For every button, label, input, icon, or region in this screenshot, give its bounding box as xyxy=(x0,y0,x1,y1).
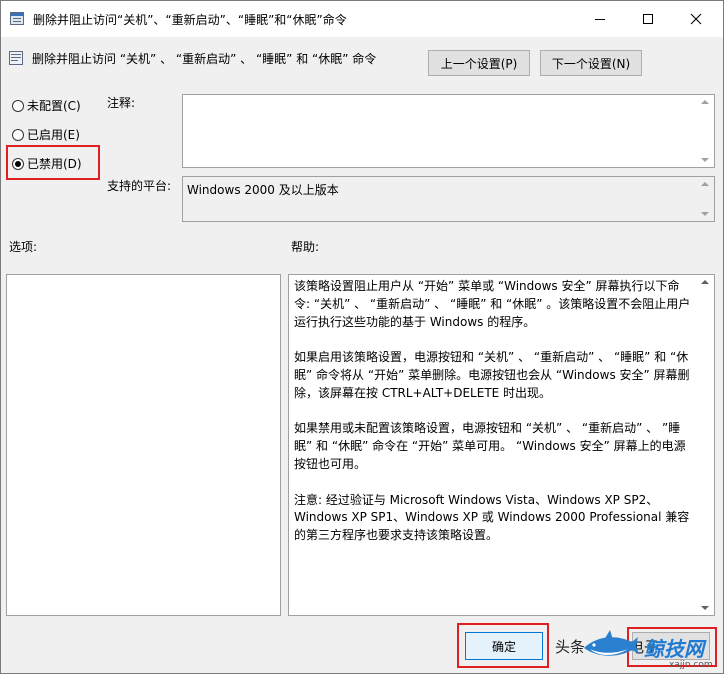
ok-button[interactable]: 确定 xyxy=(465,632,543,660)
maximize-icon xyxy=(643,14,653,24)
help-panel: 该策略设置阻止用户从 “开始” 菜单或 “Windows 安全” 屏幕执行以下命… xyxy=(288,274,715,616)
help-text: 该策略设置阻止用户从 “开始” 菜单或 “Windows 安全” 屏幕执行以下命… xyxy=(294,278,692,563)
help-paragraph: 如果禁用或未配置该策略设置，电源按钮和 “关机” 、 “重新启动” 、 ”睡眠”… xyxy=(294,421,686,471)
close-button[interactable] xyxy=(673,1,719,37)
previous-setting-button[interactable]: 上一个设置(P) xyxy=(428,50,530,76)
radio-circle[interactable] xyxy=(12,99,24,112)
policy-setting-icon xyxy=(8,50,24,66)
radio-circle[interactable] xyxy=(12,128,24,141)
comment-textarea[interactable] xyxy=(182,94,715,168)
options-label: 选项: xyxy=(9,240,38,254)
help-scrollbar[interactable] xyxy=(697,275,714,615)
help-paragraph: 注意: 经过验证与 Microsoft Windows Vista、Window… xyxy=(294,492,690,543)
radio-label: 未配置(C) xyxy=(27,99,81,113)
radio-label: 已禁用(D) xyxy=(27,157,82,171)
radio-circle-selected[interactable] xyxy=(12,157,24,170)
next-setting-button[interactable]: 下一个设置(N) xyxy=(540,50,642,76)
policy-title: 删除并阻止访问 “关机” 、 “重新启动” 、 “睡眠” 和 “休眠” 命令 xyxy=(32,52,377,66)
scroll-up-icon[interactable] xyxy=(701,100,709,104)
close-icon xyxy=(690,13,702,25)
radio-label: 已启用(E) xyxy=(27,128,80,142)
minimize-button[interactable] xyxy=(577,1,623,37)
help-paragraph: 如果启用该策略设置，电源按钮和 “关机” 、 “重新启动” 、 “睡眠” 和 “… xyxy=(294,350,690,400)
platform-field: Windows 2000 及以上版本 xyxy=(182,176,715,222)
title-bar[interactable]: 删除并阻止访问“关机”、“重新启动”、“睡眠”和“休眠”命令 xyxy=(1,1,723,37)
scroll-down-icon[interactable] xyxy=(701,158,709,162)
window-title: 删除并阻止访问“关机”、“重新启动”、“睡眠”和“休眠”命令 xyxy=(33,13,347,27)
platform-label: 支持的平台: xyxy=(107,179,172,193)
scroll-up-icon[interactable] xyxy=(701,280,709,284)
watermark-logo: 鲸技网 xyxy=(644,637,704,661)
platform-scrollbar[interactable] xyxy=(697,177,714,221)
watermark-url: xajjn.com xyxy=(669,660,713,670)
help-label: 帮助: xyxy=(291,240,320,254)
scroll-up-icon[interactable] xyxy=(701,182,709,186)
scroll-down-icon[interactable] xyxy=(701,212,709,216)
comment-scrollbar[interactable] xyxy=(697,95,714,167)
comment-label: 注释: xyxy=(107,96,136,110)
radio-disabled[interactable]: 已禁用(D) xyxy=(12,155,82,172)
scroll-down-icon[interactable] xyxy=(701,606,709,610)
minimize-icon xyxy=(595,19,605,20)
radio-enabled[interactable]: 已启用(E) xyxy=(12,126,80,143)
platform-value: Windows 2000 及以上版本 xyxy=(187,183,339,197)
options-panel xyxy=(6,274,281,616)
radio-not-configured[interactable]: 未配置(C) xyxy=(12,97,81,114)
help-paragraph: 该策略设置阻止用户从 “开始” 菜单或 “Windows 安全” 屏幕执行以下命… xyxy=(294,279,691,329)
maximize-button[interactable] xyxy=(625,1,671,37)
shark-logo-icon xyxy=(582,628,640,667)
policy-app-icon xyxy=(10,12,24,25)
